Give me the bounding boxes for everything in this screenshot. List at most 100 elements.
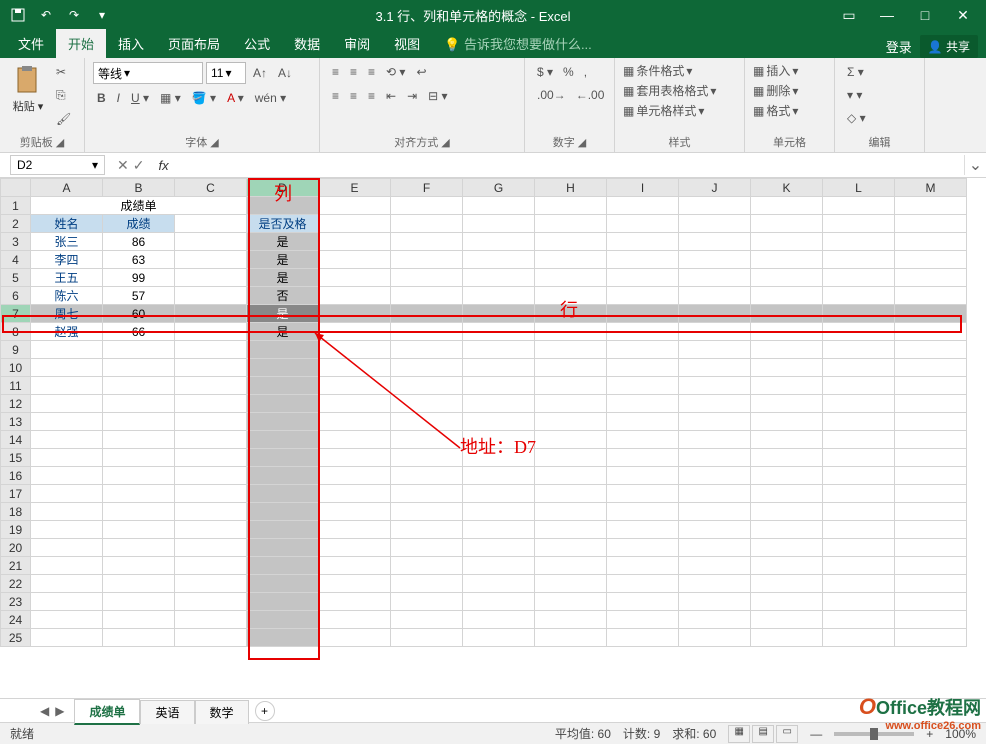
cell-B20[interactable] (103, 539, 175, 557)
cell-D7[interactable]: 是 (247, 305, 319, 323)
dialog-launcher-icon[interactable]: ◢ (210, 136, 218, 149)
cell-I25[interactable] (607, 629, 679, 647)
cell-F8[interactable] (391, 323, 463, 341)
cell-J19[interactable] (679, 521, 751, 539)
tab-layout[interactable]: 页面布局 (156, 29, 232, 58)
view-normal-icon[interactable]: ▦ (728, 725, 750, 743)
chevron-down-icon[interactable]: ▾ (92, 158, 98, 172)
save-icon[interactable] (6, 3, 30, 27)
cell-G4[interactable] (463, 251, 535, 269)
cell-D20[interactable] (247, 539, 319, 557)
cell-G13[interactable] (463, 413, 535, 431)
column-header-J[interactable]: J (679, 179, 751, 197)
align-right-icon[interactable]: ≡ (364, 86, 379, 106)
cell-B9[interactable] (103, 341, 175, 359)
cell-L1[interactable] (823, 197, 895, 215)
cell-A16[interactable] (31, 467, 103, 485)
column-header-H[interactable]: H (535, 179, 607, 197)
row-header-7[interactable]: 7 (1, 305, 31, 323)
paste-button[interactable]: 粘贴 ▾ (8, 62, 48, 129)
copy-icon[interactable]: ⎘ (52, 85, 75, 106)
cell-H12[interactable] (535, 395, 607, 413)
cell-B25[interactable] (103, 629, 175, 647)
spreadsheet-grid[interactable]: ABCDEFGHIJKLM1成绩单2姓名成绩是否及格3张三86是4李四63是5王… (0, 178, 986, 698)
dialog-launcher-icon[interactable]: ◢ (578, 136, 586, 149)
cell-K13[interactable] (751, 413, 823, 431)
cell-B14[interactable] (103, 431, 175, 449)
merge-button[interactable]: ⊟ ▾ (424, 86, 451, 106)
cell-L25[interactable] (823, 629, 895, 647)
cell-C9[interactable] (175, 341, 247, 359)
formula-input[interactable] (175, 155, 964, 175)
cell-K2[interactable] (751, 215, 823, 233)
cell-K7[interactable] (751, 305, 823, 323)
cell-H20[interactable] (535, 539, 607, 557)
cell-J18[interactable] (679, 503, 751, 521)
row-header-18[interactable]: 18 (1, 503, 31, 521)
zoom-out-icon[interactable]: ― (810, 727, 822, 741)
cell-J11[interactable] (679, 377, 751, 395)
cell-C7[interactable] (175, 305, 247, 323)
tab-home[interactable]: 开始 (56, 29, 106, 58)
cell-D2[interactable]: 是否及格 (247, 215, 319, 233)
cell-E21[interactable] (319, 557, 391, 575)
tab-view[interactable]: 视图 (382, 29, 432, 58)
cell-B19[interactable] (103, 521, 175, 539)
cell-E15[interactable] (319, 449, 391, 467)
format-cell-button[interactable]: ▦ 格式 ▾ (753, 102, 826, 119)
cell-L2[interactable] (823, 215, 895, 233)
row-header-6[interactable]: 6 (1, 287, 31, 305)
cell-H3[interactable] (535, 233, 607, 251)
qat-dropdown-icon[interactable]: ▾ (90, 3, 114, 27)
cell-H15[interactable] (535, 449, 607, 467)
cell-J1[interactable] (679, 197, 751, 215)
cell-K19[interactable] (751, 521, 823, 539)
cell-I24[interactable] (607, 611, 679, 629)
cell-A17[interactable] (31, 485, 103, 503)
cell-G10[interactable] (463, 359, 535, 377)
cell-C3[interactable] (175, 233, 247, 251)
cell-J23[interactable] (679, 593, 751, 611)
cell-F25[interactable] (391, 629, 463, 647)
cell-J14[interactable] (679, 431, 751, 449)
increase-decimal-icon[interactable]: .00→ (533, 85, 570, 105)
cell-C25[interactable] (175, 629, 247, 647)
cell-E10[interactable] (319, 359, 391, 377)
expand-formula-bar-icon[interactable]: ⌄ (964, 155, 986, 175)
cell-C6[interactable] (175, 287, 247, 305)
cell-F15[interactable] (391, 449, 463, 467)
cell-A12[interactable] (31, 395, 103, 413)
cell-A25[interactable] (31, 629, 103, 647)
align-bottom-icon[interactable]: ≡ (364, 62, 379, 82)
cell-G25[interactable] (463, 629, 535, 647)
cell-B24[interactable] (103, 611, 175, 629)
currency-icon[interactable]: $ ▾ (533, 62, 557, 82)
cell-E18[interactable] (319, 503, 391, 521)
cell-H23[interactable] (535, 593, 607, 611)
cell-C8[interactable] (175, 323, 247, 341)
cell-J8[interactable] (679, 323, 751, 341)
cell-C12[interactable] (175, 395, 247, 413)
cell-G9[interactable] (463, 341, 535, 359)
cell-G3[interactable] (463, 233, 535, 251)
confirm-formula-icon[interactable]: ✓ (133, 157, 145, 174)
cell-F18[interactable] (391, 503, 463, 521)
cell-B22[interactable] (103, 575, 175, 593)
cell-J17[interactable] (679, 485, 751, 503)
cell-G6[interactable] (463, 287, 535, 305)
cell-E5[interactable] (319, 269, 391, 287)
tab-data[interactable]: 数据 (282, 29, 332, 58)
cell-J6[interactable] (679, 287, 751, 305)
cell-A19[interactable] (31, 521, 103, 539)
cell-D22[interactable] (247, 575, 319, 593)
insert-cell-button[interactable]: ▦ 插入 ▾ (753, 62, 826, 79)
cell-F9[interactable] (391, 341, 463, 359)
clear-icon[interactable]: ◇ ▾ (843, 108, 870, 128)
cell-E24[interactable] (319, 611, 391, 629)
cell-B23[interactable] (103, 593, 175, 611)
font-name-combo[interactable]: 等线 ▾ (93, 62, 203, 84)
cell-A24[interactable] (31, 611, 103, 629)
cell-M13[interactable] (895, 413, 967, 431)
cell-D16[interactable] (247, 467, 319, 485)
autosum-icon[interactable]: Σ ▾ (843, 62, 868, 82)
